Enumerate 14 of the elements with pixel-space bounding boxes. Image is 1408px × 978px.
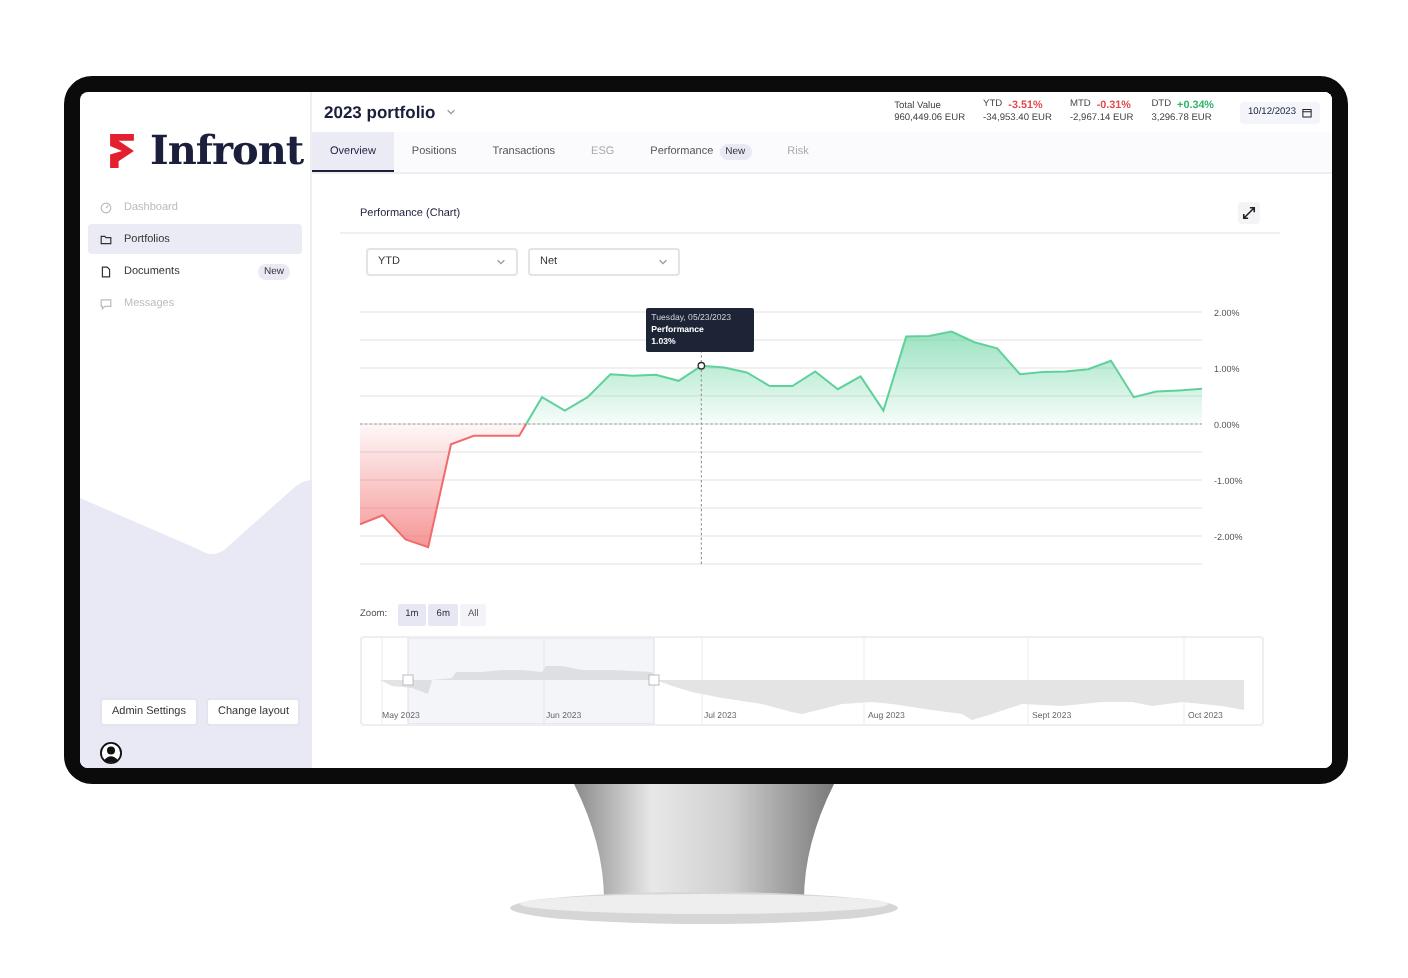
- caret-icon: [496, 258, 506, 266]
- avatar-icon[interactable]: [100, 742, 122, 764]
- caret-icon: [658, 258, 668, 266]
- portfolio-selector[interactable]: 2023 portfolio: [324, 102, 456, 122]
- logo-text: Infront: [150, 126, 304, 174]
- expand-icon[interactable]: [1238, 202, 1260, 224]
- folder-icon: [100, 233, 112, 245]
- document-icon: [100, 265, 112, 277]
- message-icon: [100, 297, 112, 309]
- calendar-icon: [1302, 107, 1312, 117]
- logo-icon: [110, 133, 134, 167]
- gauge-icon: [100, 201, 112, 213]
- hover-point[interactable]: [697, 361, 706, 370]
- caret-icon: [445, 108, 456, 116]
